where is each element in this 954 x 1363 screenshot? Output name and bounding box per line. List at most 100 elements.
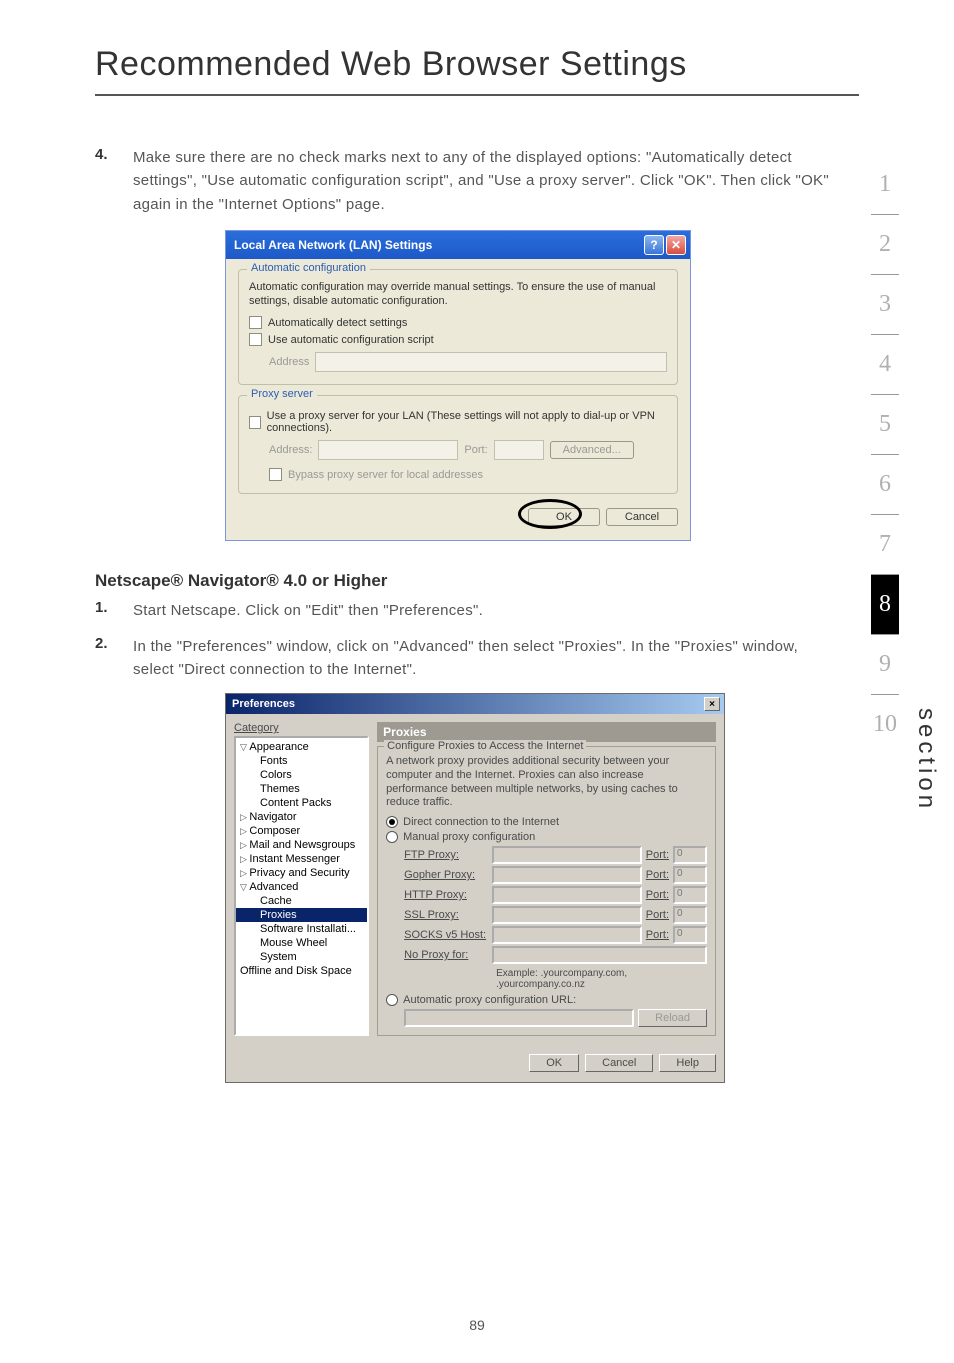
netscape-heading: Netscape® Navigator® 4.0 or Higher xyxy=(95,571,834,591)
tree-software[interactable]: Software Installati... xyxy=(236,922,367,936)
page-number: 89 xyxy=(0,1317,954,1333)
step-text: Start Netscape. Click on "Edit" then "Pr… xyxy=(133,599,483,622)
auto-detect-checkbox[interactable] xyxy=(249,316,262,329)
use-proxy-label: Use a proxy server for your LAN (These s… xyxy=(267,410,667,434)
close-icon[interactable]: ✕ xyxy=(666,235,686,255)
noproxy-input xyxy=(492,946,707,964)
nav-8[interactable]: 8 xyxy=(871,575,899,635)
panel-title: Proxies xyxy=(377,722,716,742)
tree-navigator[interactable]: Navigator xyxy=(236,810,367,824)
page-title: Recommended Web Browser Settings xyxy=(0,0,954,94)
preferences-dialog: Preferences × Category Appearance Fonts … xyxy=(225,693,725,1083)
lan-title: Local Area Network (LAN) Settings xyxy=(234,238,432,252)
auto-config-script-checkbox[interactable] xyxy=(249,333,262,346)
auto-proxy-label: Automatic proxy configuration URL: xyxy=(403,994,576,1006)
direct-connection-label: Direct connection to the Internet xyxy=(403,816,559,828)
tree-mail[interactable]: Mail and Newsgroups xyxy=(236,838,367,852)
auto-proxy-radio[interactable] xyxy=(386,994,398,1006)
prefs-titlebar: Preferences × xyxy=(226,694,724,714)
step-number: 4. xyxy=(95,146,133,216)
group-legend: Automatic configuration xyxy=(247,262,370,274)
tree-system[interactable]: System xyxy=(236,950,367,964)
use-proxy-checkbox[interactable] xyxy=(249,416,261,429)
port-label: Port: xyxy=(646,869,669,881)
gopher-port-input: 0 xyxy=(673,866,707,884)
gopher-label: Gopher Proxy: xyxy=(404,869,488,881)
http-input xyxy=(492,886,642,904)
step-number: 1. xyxy=(95,599,133,622)
socks-label: SOCKS v5 Host: xyxy=(404,929,488,941)
automatic-config-group: Automatic configuration Automatic config… xyxy=(238,269,678,386)
tree-proxies[interactable]: Proxies xyxy=(236,908,367,922)
prefs-title: Preferences xyxy=(232,698,295,710)
nav-2[interactable]: 2 xyxy=(871,215,899,275)
proxy-port-input xyxy=(494,440,544,460)
ssl-port-input: 0 xyxy=(673,906,707,924)
ok-button[interactable]: OK xyxy=(528,508,600,526)
nav-9[interactable]: 9 xyxy=(871,635,899,695)
port-label: Port: xyxy=(646,909,669,921)
nav-5[interactable]: 5 xyxy=(871,395,899,455)
cancel-button[interactable]: Cancel xyxy=(585,1054,653,1072)
tree-cache[interactable]: Cache xyxy=(236,894,367,908)
lan-titlebar: Local Area Network (LAN) Settings ? ✕ xyxy=(226,231,690,259)
proxy-port-label: Port: xyxy=(464,444,487,456)
tree-privacy[interactable]: Privacy and Security xyxy=(236,866,367,880)
noproxy-label: No Proxy for: xyxy=(404,949,488,961)
nav-4[interactable]: 4 xyxy=(871,335,899,395)
cancel-button[interactable]: Cancel xyxy=(606,508,678,526)
proxy-address-label: Address: xyxy=(269,444,312,456)
group-legend: Proxy server xyxy=(247,388,317,400)
port-label: Port: xyxy=(646,929,669,941)
tree-themes[interactable]: Themes xyxy=(236,782,367,796)
tree-offline[interactable]: Offline and Disk Space xyxy=(236,964,367,978)
manual-proxy-label: Manual proxy configuration xyxy=(403,831,535,843)
help-button[interactable]: Help xyxy=(659,1054,716,1072)
tree-composer[interactable]: Composer xyxy=(236,824,367,838)
proxy-server-group: Proxy server Use a proxy server for your… xyxy=(238,395,678,494)
category-tree[interactable]: Appearance Fonts Colors Themes Content P… xyxy=(234,736,369,1036)
tree-appearance[interactable]: Appearance xyxy=(236,740,367,754)
bypass-label: Bypass proxy server for local addresses xyxy=(288,469,483,481)
category-label: Category xyxy=(234,722,369,734)
socks-port-input: 0 xyxy=(673,926,707,944)
reload-button: Reload xyxy=(638,1009,707,1027)
close-icon[interactable]: × xyxy=(704,697,720,711)
step-1: 1. Start Netscape. Click on "Edit" then … xyxy=(95,599,834,622)
ssl-label: SSL Proxy: xyxy=(404,909,488,921)
groupbox-legend: Configure Proxies to Access the Internet xyxy=(384,740,586,752)
config-address-input xyxy=(315,352,667,372)
ok-button[interactable]: OK xyxy=(529,1054,579,1072)
advanced-button: Advanced... xyxy=(550,441,634,459)
nav-3[interactable]: 3 xyxy=(871,275,899,335)
tree-colors[interactable]: Colors xyxy=(236,768,367,782)
auto-detect-label: Automatically detect settings xyxy=(268,317,407,329)
step-4: 4. Make sure there are no check marks ne… xyxy=(95,146,834,216)
ssl-input xyxy=(492,906,642,924)
tree-content-packs[interactable]: Content Packs xyxy=(236,796,367,810)
nav-6[interactable]: 6 xyxy=(871,455,899,515)
proxies-groupbox: Configure Proxies to Access the Internet… xyxy=(377,746,716,1036)
port-label: Port: xyxy=(646,849,669,861)
example-text: Example: .yourcompany.com, .yourcompany.… xyxy=(496,968,707,990)
manual-proxy-radio[interactable] xyxy=(386,831,398,843)
direct-connection-radio[interactable] xyxy=(386,816,398,828)
nav-1[interactable]: 1 xyxy=(871,155,899,215)
http-port-input: 0 xyxy=(673,886,707,904)
ftp-input xyxy=(492,846,642,864)
step-number: 2. xyxy=(95,635,133,682)
http-label: HTTP Proxy: xyxy=(404,889,488,901)
help-icon[interactable]: ? xyxy=(644,235,664,255)
panel-description: A network proxy provides additional secu… xyxy=(386,755,707,810)
tree-im[interactable]: Instant Messenger xyxy=(236,852,367,866)
nav-10[interactable]: 10 xyxy=(871,695,899,754)
tree-mouse[interactable]: Mouse Wheel xyxy=(236,936,367,950)
tree-fonts[interactable]: Fonts xyxy=(236,754,367,768)
tree-advanced[interactable]: Advanced xyxy=(236,880,367,894)
section-label: section xyxy=(912,708,940,812)
nav-7[interactable]: 7 xyxy=(871,515,899,575)
lan-settings-dialog: Local Area Network (LAN) Settings ? ✕ Au… xyxy=(225,230,691,542)
step-text: In the "Preferences" window, click on "A… xyxy=(133,635,834,682)
bypass-checkbox xyxy=(269,468,282,481)
ftp-label: FTP Proxy: xyxy=(404,849,488,861)
